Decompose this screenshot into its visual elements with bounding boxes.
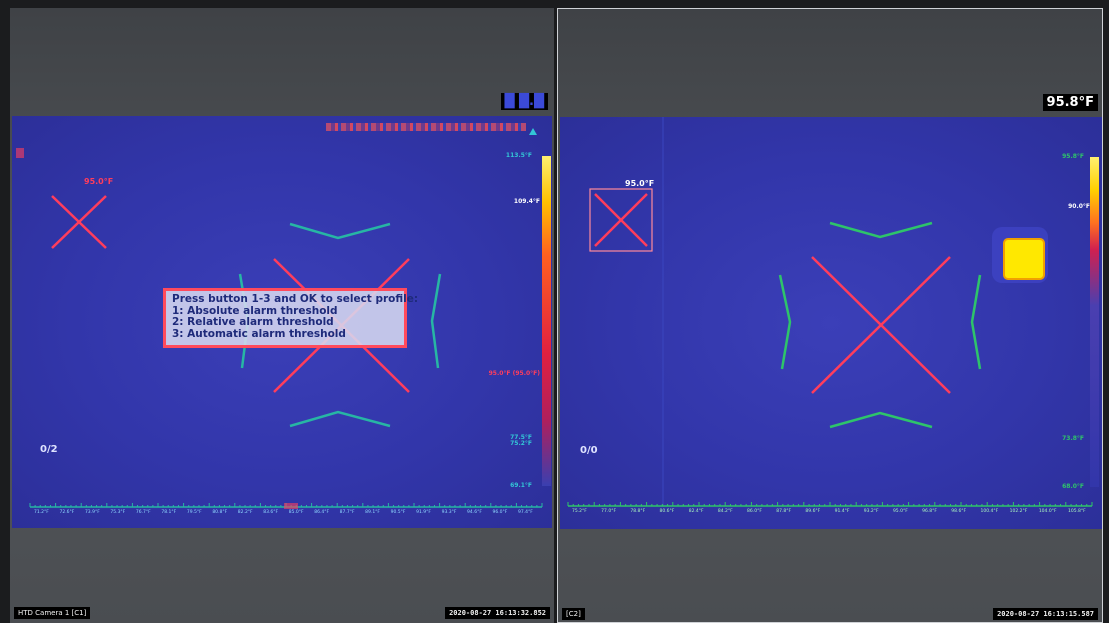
scale-tick-label: 86.0°F [747, 509, 762, 514]
palette-top-label: 113.5°F [505, 152, 532, 159]
scale-tick-label: 98.6°F [951, 509, 967, 514]
timestamp: 2020-08-27 16:13:15.587 [993, 608, 1098, 620]
palette-bottom-label: 68.0°F [1062, 483, 1084, 490]
scale-tick-label: 73.9°F [84, 510, 100, 515]
scale-tick-label: 94.6°F [467, 510, 482, 515]
center-cross-mark [811, 256, 951, 394]
scale-tick-label: 87.8°F [776, 509, 792, 514]
scale-tick-label: 86.4°F [314, 510, 330, 515]
palette-bottom-label: 69.1°F [510, 482, 532, 489]
scale-tick-label: 75.3°F [110, 510, 126, 515]
alarm-indicator-mark [16, 148, 24, 158]
scale-tick-label: 93.3°F [441, 510, 457, 515]
scale-tick-label: 100.4°F [980, 509, 999, 514]
thermal-feed[interactable]: 95.0°F 0/0 95.8°F 90.0°F 73.8°F 68.0°F 7… [560, 117, 1102, 529]
scale-tick-label: 97.4°F [518, 510, 533, 515]
scale-tick-label: 76.7°F [135, 510, 151, 515]
scale-tick-label: 79.5°F [186, 510, 202, 515]
scale-tick-label: 90.5°F [390, 510, 406, 515]
profile-option-3[interactable]: 3: Automatic alarm threshold [172, 328, 398, 341]
scale-tick-label: 72.6°F [59, 510, 75, 515]
scale-tick-label: 105.8°F [1068, 509, 1086, 514]
spot-cross-mark [594, 193, 648, 247]
scale-tick-label: 96.8°F [922, 509, 937, 514]
palette-mid-label-b: 75.2°F [510, 440, 532, 447]
scale-tick-label: 71.2°F [34, 510, 49, 515]
temperature-palette-bar [1090, 157, 1099, 487]
max-temp-readout-obscured: █ █.█ [500, 93, 548, 110]
temperature-palette-bar [542, 156, 551, 486]
thermal-feed[interactable]: 95.0°F Press button 1-3 and OK to select… [12, 116, 552, 528]
palette-top-marker [529, 128, 537, 135]
alarm-counter: 0/0 [580, 445, 598, 456]
scale-tick-label: 87.7°F [339, 510, 355, 515]
palette-marker-label: 90.0°F [1068, 203, 1090, 210]
scale-tick-label: 85.0°F [288, 510, 304, 515]
alarm-counter: 0/2 [40, 444, 58, 455]
camera-label: HTD Camera 1 [C1] [14, 607, 91, 619]
scale-tick-label: 96.0°F [492, 510, 508, 515]
scale-tick-label: 91.9°F [416, 510, 431, 515]
scale-tick-label: 102.2°F [1009, 509, 1028, 514]
scale-tick-label: 77.0°F [601, 509, 617, 514]
spot-temp-label: 95.0°F [84, 177, 114, 186]
spot-temp-label: 95.0°F [625, 179, 655, 188]
palette-marker-label: 109.4°F [513, 198, 540, 205]
profile-option-2[interactable]: 2: Relative alarm threshold [172, 316, 398, 329]
scale-tick-label: 83.6°F [263, 510, 279, 515]
scale-tick-label: 95.0°F [892, 509, 908, 514]
palette-alarm-label: 95.0°F (95.0°F) [488, 370, 540, 377]
scale-tick-label: 84.2°F [717, 509, 733, 514]
scale-marker [284, 503, 298, 509]
status-bar: HTD Camera 1 [C1] 2020-08-27 16:13:32.85… [10, 606, 554, 620]
profile-dialog-title: Press button 1-3 and OK to select profil… [172, 293, 419, 305]
scale-tick-label: 78.8°F [630, 509, 646, 514]
scale-tick-label: 80.6°F [659, 509, 675, 514]
status-bar: [C2] 2020-08-27 16:13:15.587 [558, 607, 1102, 621]
scale-tick-label: 78.1°F [161, 510, 177, 515]
scale-tick-label: 82.4°F [688, 509, 704, 514]
profile-select-dialog[interactable]: Press button 1-3 and OK to select profil… [163, 288, 419, 348]
scale-tick-label: 104.0°F [1038, 509, 1057, 514]
palette-top-label: 95.8°F [1062, 153, 1084, 160]
scale-tick-label: 75.2°F [572, 509, 587, 514]
camera-label: [C2] [562, 608, 585, 620]
camera-view-1[interactable]: █ █.█ 95.0°F Press button 1-3 and OK to … [10, 8, 554, 623]
spot-cross-mark [51, 195, 107, 249]
palette-mid-label: 73.8°F [1062, 435, 1084, 442]
scale-tick-label: 80.8°F [212, 510, 228, 515]
hotspot-object [1003, 238, 1045, 280]
scale-tick-label: 82.2°F [237, 510, 253, 515]
max-temp-readout: 95.8°F [1042, 94, 1098, 111]
scale-tick-label: 89.6°F [805, 509, 821, 514]
scale-tick-label: 89.1°F [365, 510, 381, 515]
scale-tick-label: 91.4°F [834, 509, 850, 514]
timestamp: 2020-08-27 16:13:32.852 [445, 607, 550, 619]
scale-tick-label: 93.2°F [863, 509, 879, 514]
camera-view-2[interactable]: 95.8°F 95.0°F 0/0 95.8°F 90.0°F 73.8°F 6… [557, 8, 1103, 623]
